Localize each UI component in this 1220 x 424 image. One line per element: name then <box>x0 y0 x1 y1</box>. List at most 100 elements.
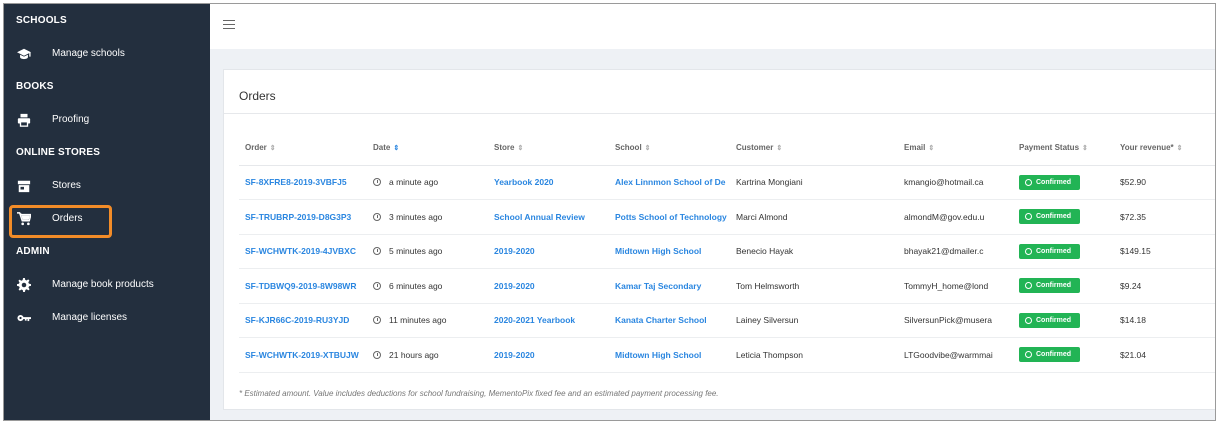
school-link[interactable]: Alex Linnmon School of De <box>615 177 726 187</box>
column-header-order[interactable]: Order ⇕ <box>239 131 367 166</box>
sidebar-item-manage-book-products[interactable]: Manage book products <box>4 268 210 301</box>
table-header-row: Order ⇕ Date ⇕ Store ⇕ School ⇕ Customer ⇕ Em… <box>239 131 1215 166</box>
store-link[interactable]: 2019-2020 <box>494 281 535 291</box>
customer-email: bhayak21@dmailer.c <box>898 234 1013 269</box>
app-window: SCHOOLS Manage schools BOOKS Proofing ON… <box>3 3 1216 421</box>
revenue: $52.90 <box>1114 165 1215 200</box>
order-link[interactable]: SF-TRUBRP-2019-D8G3P3 <box>245 212 351 222</box>
check-circle-icon <box>1025 178 1032 186</box>
school-link[interactable]: Kanata Charter School <box>615 315 707 325</box>
school-link[interactable]: Kamar Taj Secondary <box>615 281 701 291</box>
order-link[interactable]: SF-WCHWTK-2019-XTBUJW <box>245 350 359 360</box>
school-link[interactable]: Midtown High School <box>615 350 701 360</box>
sort-icon: ⇕ <box>269 145 276 153</box>
sidebar-item-label: Manage book products <box>52 279 154 290</box>
customer-name: Benecio Hayak <box>730 234 898 269</box>
status-badge: Confirmed <box>1019 347 1080 363</box>
sidebar: SCHOOLS Manage schools BOOKS Proofing ON… <box>4 4 210 420</box>
clock-icon <box>373 178 381 187</box>
sidebar-item-manage-licenses[interactable]: Manage licenses <box>4 301 210 334</box>
check-circle-icon <box>1025 351 1032 359</box>
table-row: SF-TDBWQ9-2019-8W98WR 6 minutes ago 2019… <box>239 268 1215 304</box>
customer-email: TommyH_home@lond <box>898 268 1013 304</box>
page-title: Orders <box>239 89 276 103</box>
graduation-cap-icon <box>16 46 32 62</box>
customer-name: Kartrina Mongiani <box>730 165 898 200</box>
order-date: a minute ago <box>389 177 439 188</box>
column-header-customer[interactable]: Customer ⇕ <box>730 131 898 166</box>
sort-icon: ⇕ <box>644 145 651 153</box>
store-link[interactable]: 2019-2020 <box>494 246 535 256</box>
revenue-footnote: * Estimated amount. Value includes deduc… <box>239 389 719 398</box>
order-date: 6 minutes ago <box>389 280 443 291</box>
column-header-school[interactable]: School ⇕ <box>609 131 730 166</box>
status-badge: Confirmed <box>1019 243 1080 259</box>
sort-icon: ⇕ <box>928 145 935 153</box>
column-header-date[interactable]: Date ⇕ <box>367 131 488 166</box>
key-icon <box>16 310 32 326</box>
revenue: $149.15 <box>1114 234 1215 269</box>
column-header-revenue[interactable]: Your revenue* ⇕ <box>1114 131 1215 166</box>
table-row: SF-TRUBRP-2019-D8G3P3 3 minutes ago Scho… <box>239 199 1215 235</box>
table-row: SF-WCHWTK-2019-4JVBXC 5 minutes ago 2019… <box>239 234 1215 269</box>
sort-active-icon: ⇕ <box>393 145 400 153</box>
sidebar-item-label: Orders <box>52 213 83 224</box>
school-link[interactable]: Potts School of Technology <box>615 212 727 222</box>
table-row: SF-WCHWTK-2019-XTBUJW 21 hours ago 2019-… <box>239 337 1215 373</box>
printer-icon <box>16 112 32 128</box>
store-link[interactable]: School Annual Review <box>494 212 585 222</box>
sidebar-section-admin: ADMIN <box>16 246 50 257</box>
sidebar-section-online-stores: ONLINE STORES <box>16 147 101 158</box>
orders-card: Orders Order ⇕ Date ⇕ Store ⇕ School ⇕ Custo… <box>223 69 1215 410</box>
sidebar-section-schools: SCHOOLS <box>16 15 67 26</box>
sort-icon: ⇕ <box>517 145 524 153</box>
status-badge: Confirmed <box>1019 278 1080 294</box>
order-link[interactable]: SF-TDBWQ9-2019-8W98WR <box>245 281 356 291</box>
sidebar-section-books: BOOKS <box>16 81 54 92</box>
column-header-payment-status[interactable]: Payment Status ⇕ <box>1013 131 1114 166</box>
customer-email: SilversunPick@musera <box>898 303 1013 338</box>
gear-icon <box>16 277 32 293</box>
order-link[interactable]: SF-KJR66C-2019-RU3YJD <box>245 315 349 325</box>
customer-name: Leticia Thompson <box>730 337 898 373</box>
status-badge: Confirmed <box>1019 174 1080 190</box>
status-badge: Confirmed <box>1019 209 1080 225</box>
order-date: 21 hours ago <box>389 349 439 360</box>
sidebar-item-proofing[interactable]: Proofing <box>4 103 210 136</box>
customer-email: LTGoodvibe@warmmai <box>898 337 1013 373</box>
order-link[interactable]: SF-WCHWTK-2019-4JVBXC <box>245 246 356 256</box>
sort-icon: ⇕ <box>776 145 783 153</box>
status-badge: Confirmed <box>1019 312 1080 328</box>
sidebar-item-orders[interactable]: Orders <box>4 202 210 238</box>
customer-name: Marci Almond <box>730 199 898 235</box>
customer-name: Tom Helmsworth <box>730 268 898 304</box>
sidebar-item-manage-schools[interactable]: Manage schools <box>4 37 210 70</box>
clock-icon <box>373 350 381 359</box>
store-link[interactable]: 2020-2021 Yearbook <box>494 315 575 325</box>
store-link[interactable]: 2019-2020 <box>494 350 535 360</box>
sort-icon: ⇕ <box>1176 145 1183 153</box>
sidebar-item-label: Proofing <box>52 114 90 125</box>
customer-name: Lainey Silversun <box>730 303 898 338</box>
table-row: SF-KJR66C-2019-RU3YJD 11 minutes ago 202… <box>239 303 1215 338</box>
sidebar-item-stores[interactable]: Stores <box>4 169 210 202</box>
revenue: $72.35 <box>1114 199 1215 235</box>
customer-email: almondM@gov.edu.u <box>898 199 1013 235</box>
revenue: $14.18 <box>1114 303 1215 338</box>
table-row: SF-8XFRE8-2019-3VBFJ5 a minute ago Yearb… <box>239 165 1215 200</box>
column-header-email[interactable]: Email ⇕ <box>898 131 1013 166</box>
sidebar-item-label: Manage schools <box>52 48 125 59</box>
sort-icon: ⇕ <box>1082 145 1088 153</box>
check-circle-icon <box>1025 316 1032 324</box>
column-header-store[interactable]: Store ⇕ <box>488 131 609 166</box>
check-circle-icon <box>1025 247 1032 255</box>
customer-email: kmangio@hotmail.ca <box>898 165 1013 200</box>
store-link[interactable]: Yearbook 2020 <box>494 177 554 187</box>
sidebar-item-label: Stores <box>52 180 81 191</box>
hamburger-menu-icon[interactable] <box>223 20 235 30</box>
clock-icon <box>373 316 381 325</box>
check-circle-icon <box>1025 282 1032 290</box>
order-link[interactable]: SF-8XFRE8-2019-3VBFJ5 <box>245 177 347 187</box>
school-link[interactable]: Midtown High School <box>615 246 701 256</box>
order-date: 5 minutes ago <box>389 246 443 257</box>
